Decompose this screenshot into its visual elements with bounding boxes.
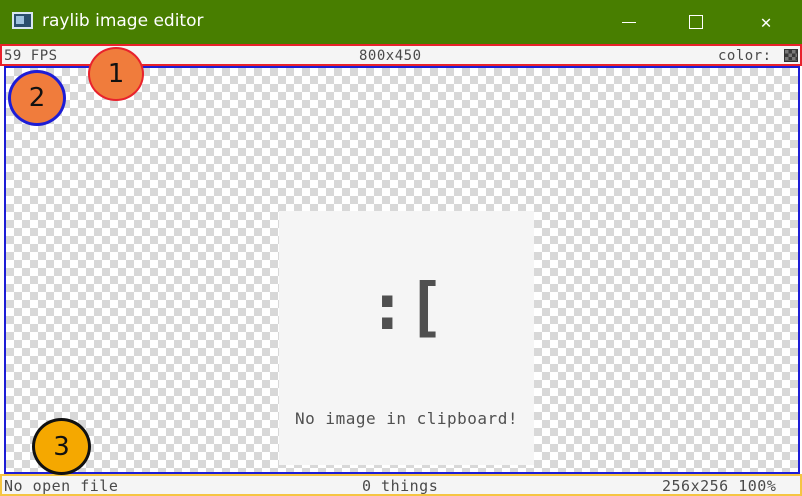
close-icon: ✕ — [760, 11, 772, 33]
file-status: No open file — [4, 477, 119, 495]
color-swatch[interactable] — [784, 49, 798, 62]
empty-clipboard-panel: :[ No image in clipboard! — [279, 211, 534, 465]
color-label: color: — [718, 48, 772, 64]
annotation-marker-1: 1 — [88, 47, 144, 101]
minimize-button[interactable] — [606, 0, 652, 44]
sad-face-emoticon: :[ — [367, 271, 446, 345]
image-size-zoom: 256x256 100% — [662, 477, 777, 495]
things-count: 0 things — [362, 477, 439, 495]
title-bar: raylib image editor ✕ — [0, 0, 802, 44]
annotation-marker-3: 3 — [32, 418, 91, 475]
image-canvas[interactable]: :[ No image in clipboard! — [4, 66, 800, 474]
fps-counter: 59 FPS — [4, 48, 58, 64]
no-image-message: No image in clipboard! — [295, 409, 518, 428]
annotation-marker-2: 2 — [8, 70, 66, 126]
maximize-button[interactable] — [673, 0, 719, 44]
app-icon — [12, 12, 33, 29]
window-title: raylib image editor — [42, 11, 204, 31]
close-button[interactable]: ✕ — [743, 0, 789, 44]
canvas-resolution: 800x450 — [359, 48, 422, 64]
maximize-icon — [689, 15, 703, 29]
minimize-icon — [622, 21, 636, 23]
bottom-status-bar: No open file 0 things 256x256 100% — [0, 474, 802, 496]
